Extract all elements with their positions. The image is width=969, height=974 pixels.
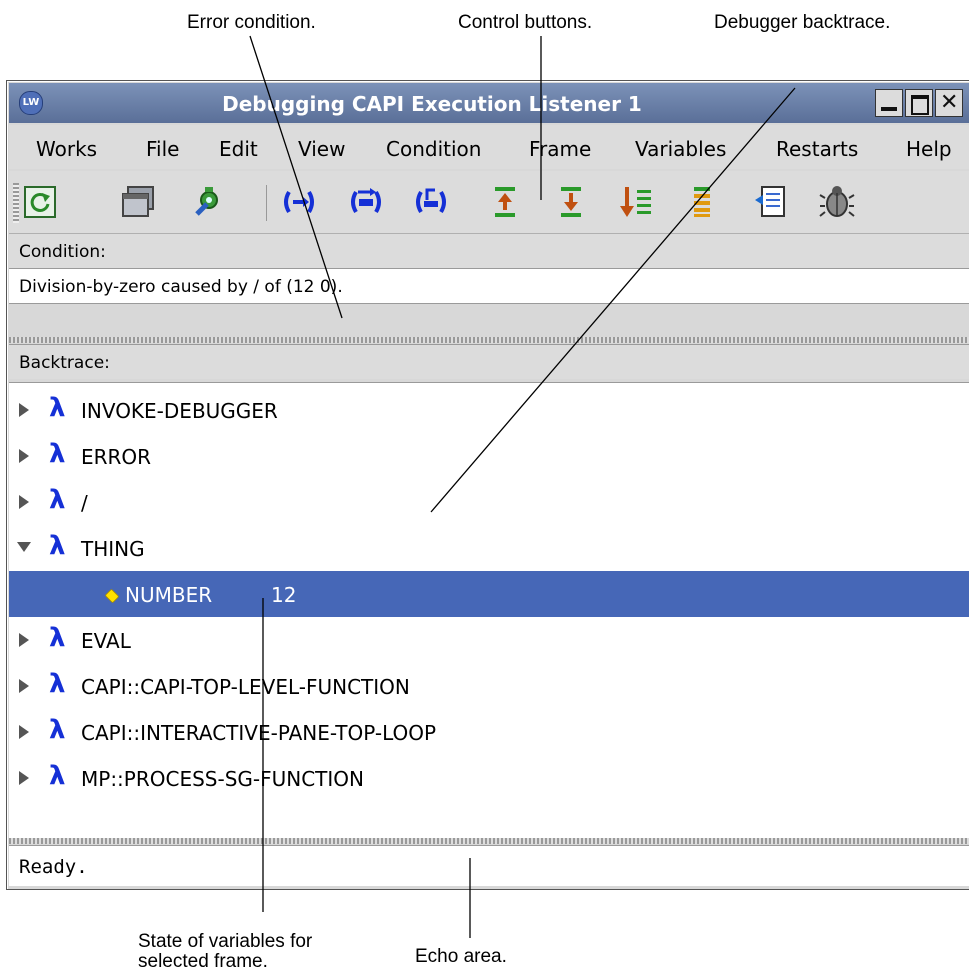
callout-line-error-condition xyxy=(249,35,343,319)
callout-line-debugger-backtrace xyxy=(430,87,796,513)
callout-lines xyxy=(249,35,796,938)
